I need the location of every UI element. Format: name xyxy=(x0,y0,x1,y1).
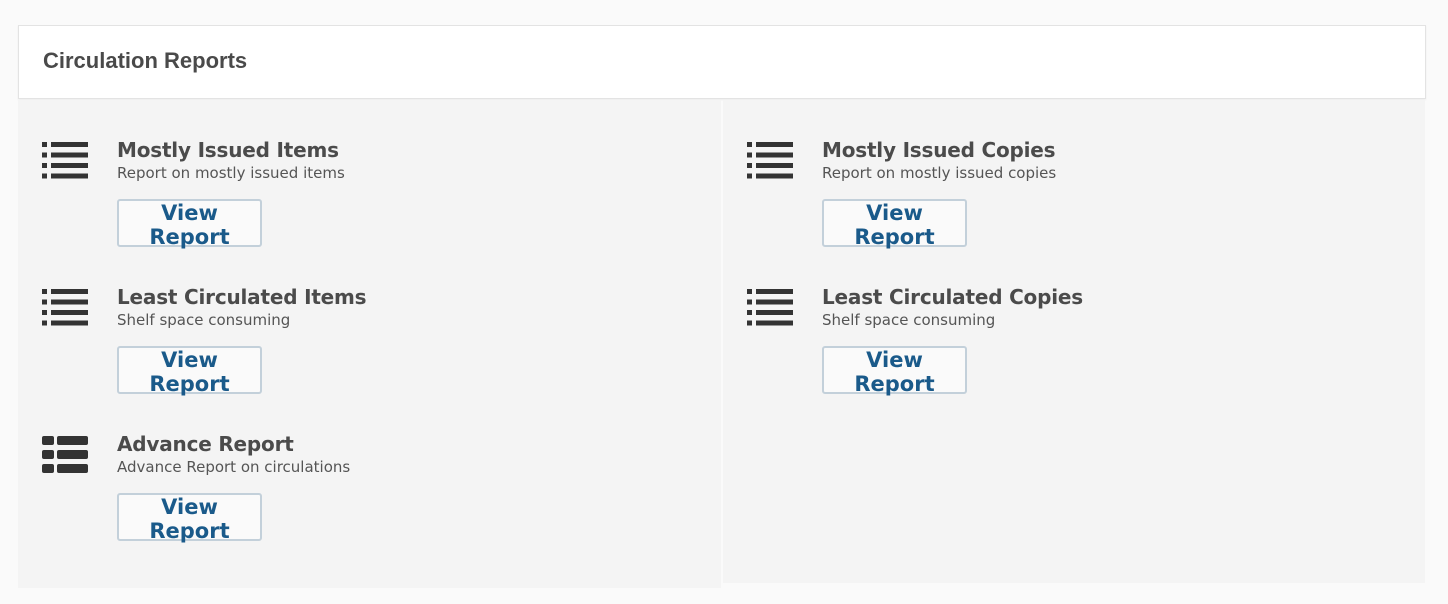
list-icon xyxy=(747,289,793,326)
report-title: Mostly Issued Items xyxy=(117,138,339,162)
page-title: Circulation Reports xyxy=(43,48,248,73)
th-list-icon xyxy=(42,436,88,473)
report-advance-report: Advance Report Advance Report on circula… xyxy=(18,394,698,543)
report-title: Advance Report xyxy=(117,432,294,456)
report-mostly-issued-items: Mostly Issued Items Report on mostly iss… xyxy=(18,100,698,249)
report-description: Shelf space consuming xyxy=(822,311,996,329)
report-least-circulated-items: Least Circulated Items Shelf space consu… xyxy=(18,247,698,396)
report-description: Shelf space consuming xyxy=(117,311,291,329)
view-report-button[interactable]: View Report xyxy=(822,199,967,249)
list-icon xyxy=(42,289,88,326)
reports-column-left: Mostly Issued Items Report on mostly iss… xyxy=(18,100,721,588)
report-description: Report on mostly issued items xyxy=(117,164,345,182)
view-report-button[interactable]: View Report xyxy=(117,493,262,543)
list-icon xyxy=(42,142,88,179)
report-title: Least Circulated Copies xyxy=(822,285,1083,309)
report-description: Advance Report on circulations xyxy=(117,458,351,476)
report-title: Least Circulated Items xyxy=(117,285,367,309)
reports-column-right: Mostly Issued Copies Report on mostly is… xyxy=(723,100,1425,583)
view-report-button[interactable]: View Report xyxy=(822,346,967,396)
view-report-button[interactable]: View Report xyxy=(117,346,262,396)
report-title: Mostly Issued Copies xyxy=(822,138,1056,162)
list-icon xyxy=(747,142,793,179)
panel-header: Circulation Reports xyxy=(18,25,1426,99)
report-description: Report on mostly issued copies xyxy=(822,164,1057,182)
report-least-circulated-copies: Least Circulated Copies Shelf space cons… xyxy=(723,247,1403,396)
report-mostly-issued-copies: Mostly Issued Copies Report on mostly is… xyxy=(723,100,1403,249)
view-report-button[interactable]: View Report xyxy=(117,199,262,249)
